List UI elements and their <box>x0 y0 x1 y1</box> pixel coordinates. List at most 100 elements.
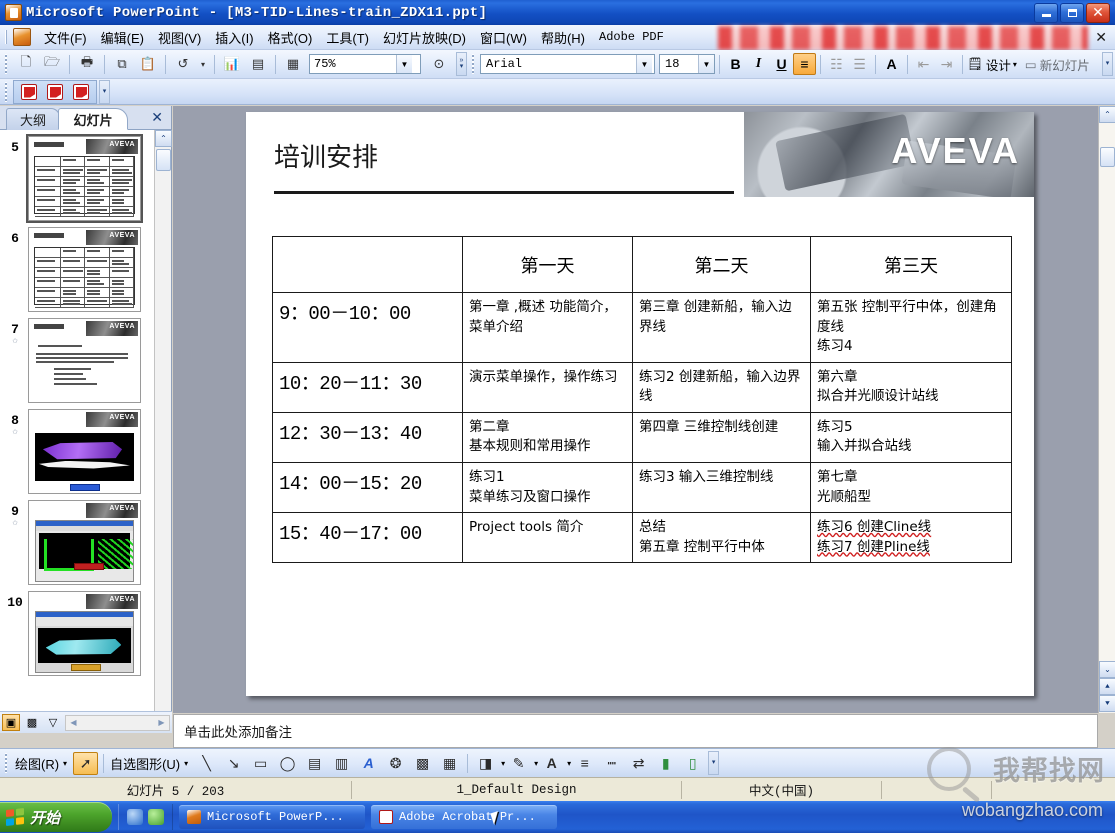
menu-file[interactable]: 文件(F) <box>37 25 94 50</box>
3d-style-icon[interactable]: ▯ <box>680 752 705 775</box>
menu-insert[interactable]: 插入(I) <box>208 25 260 50</box>
dash-style-icon[interactable]: ┉ <box>599 752 624 775</box>
slide-sorter-button[interactable]: ▩ <box>23 714 41 731</box>
font-name-combobox[interactable]: Arial ▼ <box>480 54 655 74</box>
convert-and-review-pdf-icon[interactable] <box>69 81 93 102</box>
tab-slides[interactable]: 幻灯片 <box>58 108 128 130</box>
ellipse-icon[interactable]: ◯ <box>275 752 300 775</box>
bullets-button[interactable]: ☰ <box>848 53 871 75</box>
menu-slideshow[interactable]: 幻灯片放映(D) <box>376 25 473 50</box>
notes-placeholder[interactable]: 单击此处添加备注 <box>174 715 1097 747</box>
table-icon[interactable]: ▤ <box>246 53 270 76</box>
scroll-right-icon[interactable]: ▶ <box>154 716 169 730</box>
list-item[interactable]: 8 ✩ <box>0 403 155 494</box>
scroll-down-button[interactable]: ⌄ <box>1099 661 1115 678</box>
demote-button[interactable]: ⇥ <box>935 53 958 75</box>
underline-button[interactable]: U <box>770 53 793 75</box>
line-color-caret-icon[interactable]: ▾ <box>534 759 538 768</box>
grid-icon[interactable]: ▦ <box>281 53 305 76</box>
toolbar-grip[interactable] <box>3 54 10 74</box>
quicklaunch-ie-icon[interactable] <box>127 809 143 825</box>
increase-font-size-button[interactable]: A <box>880 53 903 75</box>
maximize-button[interactable] <box>1060 2 1084 23</box>
rectangle-icon[interactable]: ▭ <box>248 752 273 775</box>
previous-slide-button[interactable]: ⯅ <box>1099 678 1115 695</box>
menu-format[interactable]: 格式(O) <box>261 25 320 50</box>
font-color-icon[interactable]: A <box>539 752 564 775</box>
font-size-combobox[interactable]: 18 ▼ <box>659 54 715 74</box>
convert-and-email-pdf-icon[interactable] <box>43 81 67 102</box>
notes-pane[interactable]: 单击此处添加备注 <box>173 714 1098 748</box>
fill-color-caret-icon[interactable]: ▾ <box>501 759 505 768</box>
drawing-toolbar-overflow-button[interactable]: ▾ <box>708 751 720 775</box>
font-color-caret-icon[interactable]: ▾ <box>567 759 571 768</box>
acrobat-toolbar-overflow-button[interactable]: ▾ <box>99 79 110 104</box>
picture-icon[interactable]: ▦ <box>437 752 462 775</box>
italic-button[interactable]: I <box>747 53 770 75</box>
list-item[interactable]: 7 ✩ <box>0 312 155 403</box>
scroll-up-button[interactable]: ⌃ <box>1099 106 1115 123</box>
thumbnail-slide-9[interactable] <box>28 500 141 585</box>
clipart-icon[interactable]: ▩ <box>410 752 435 775</box>
design-button[interactable]: 🗒 设计 ▾ <box>967 55 1017 74</box>
next-slide-button[interactable]: ⯆ <box>1099 695 1115 712</box>
drawing-toolbar-grip[interactable] <box>3 753 10 773</box>
pane-horizontal-scrollbar[interactable]: ◀ ▶ <box>65 714 170 731</box>
list-item[interactable]: 10 <box>0 585 155 676</box>
vertical-textbox-icon[interactable]: ▥ <box>329 752 354 775</box>
line-color-icon[interactable]: ✎ <box>506 752 531 775</box>
wordart-icon[interactable]: A <box>356 752 381 775</box>
minimize-button[interactable] <box>1034 2 1058 23</box>
taskbar-item-powerpoint[interactable]: Microsoft PowerP... <box>179 805 365 829</box>
thumbnail-slide-6[interactable] <box>28 227 141 312</box>
menu-window[interactable]: 窗口(W) <box>473 25 534 50</box>
thumbnail-slide-8[interactable] <box>28 409 141 494</box>
chevron-down-icon[interactable]: ▼ <box>396 55 412 73</box>
menu-edit[interactable]: 编辑(E) <box>94 25 151 50</box>
slide-title[interactable]: 培训安排 <box>274 137 378 174</box>
autoshapes-menu-button[interactable]: 自选图形(U) ▾ <box>108 754 188 773</box>
scrollbar-track[interactable] <box>1099 123 1115 661</box>
menu-view[interactable]: 视图(V) <box>151 25 208 50</box>
diagram-icon[interactable]: ❂ <box>383 752 408 775</box>
quicklaunch-msn-icon[interactable] <box>148 809 164 825</box>
zoom-combobox[interactable]: 75% ▼ <box>309 54 421 74</box>
line-style-icon[interactable]: ≡ <box>572 752 597 775</box>
help-icon[interactable]: ⊙ <box>427 53 451 76</box>
scrollbar-thumb[interactable] <box>156 149 171 171</box>
new-slide-button[interactable]: ▭ 新幻灯片 <box>1025 55 1090 74</box>
arrow-select-icon[interactable]: ➚ <box>73 751 99 775</box>
list-item[interactable]: 9 ✩ <box>0 494 155 585</box>
thumbnail-slide-5[interactable] <box>26 134 143 223</box>
shadow-style-icon[interactable]: ▮ <box>653 752 678 775</box>
menubar-grip[interactable] <box>2 28 11 46</box>
print-icon[interactable]: 🖶 <box>75 53 99 76</box>
chevron-down-icon[interactable]: ▼ <box>636 55 652 73</box>
list-item[interactable]: 5 <box>0 130 155 223</box>
scrollbar-thumb[interactable] <box>1100 147 1115 167</box>
schedule-table[interactable]: 第一天 第二天 第三天 9：00－10：00 第一章 ,概述 功能简介，菜单介绍… <box>272 236 1012 564</box>
thumbnail-slide-10[interactable] <box>28 591 141 676</box>
line-icon[interactable]: ╲ <box>194 752 219 775</box>
close-button[interactable]: ✕ <box>1086 2 1110 23</box>
current-slide[interactable]: AVEVA 培训安排 第一天 第二天 第三天 9：00－10：00 第一章 ,概… <box>246 112 1034 696</box>
close-document-button[interactable]: ✕ <box>1095 29 1115 46</box>
bold-button[interactable]: B <box>724 53 747 75</box>
scroll-up-button[interactable]: ⌃ <box>155 130 172 147</box>
undo-dropdown-icon[interactable]: ▾ <box>197 53 209 76</box>
slide-edit-area[interactable]: AVEVA 培训安排 第一天 第二天 第三天 9：00－10：00 第一章 ,概… <box>173 106 1098 713</box>
slideshow-button[interactable]: ▽ <box>44 714 62 731</box>
align-left-button[interactable]: ≡ <box>793 53 816 75</box>
thumbnail-list[interactable]: 5 6 <box>0 130 155 733</box>
list-item[interactable]: 6 <box>0 221 155 312</box>
standard-toolbar-overflow-button[interactable]: » ▾ <box>456 52 467 76</box>
chart-icon[interactable]: 📊 <box>220 53 244 76</box>
menu-help[interactable]: 帮助(H) <box>534 25 592 50</box>
slide-vertical-scrollbar[interactable]: ⌃ ⌄ ⯅ ⯆ <box>1098 106 1115 713</box>
arrow-icon[interactable]: ↘ <box>221 752 246 775</box>
copy-icon[interactable]: ⧉ <box>110 53 134 76</box>
thumbnail-pane-scrollbar[interactable]: ⌃ ⌄ <box>154 130 172 733</box>
scroll-left-icon[interactable]: ◀ <box>66 716 81 730</box>
menu-tools[interactable]: 工具(T) <box>319 25 376 50</box>
undo-icon[interactable]: ↺ <box>171 53 195 76</box>
